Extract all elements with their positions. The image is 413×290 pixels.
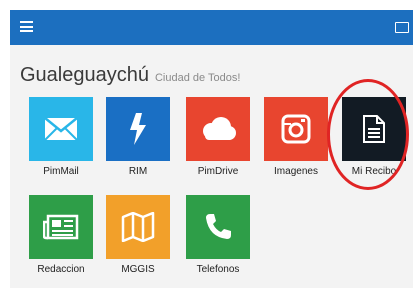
- app-label: RIM: [128, 166, 148, 177]
- telefonos-tile[interactable]: [186, 195, 250, 259]
- app-label: Telefonos: [196, 264, 240, 275]
- app-mi-recibo[interactable]: Mi Recibo: [342, 97, 406, 177]
- keyboard-icon[interactable]: [395, 22, 409, 33]
- pimmail-tile[interactable]: [29, 97, 93, 161]
- app-telefonos[interactable]: Telefonos: [186, 195, 250, 275]
- cloud-icon: [203, 117, 236, 140]
- page-subtitle: Ciudad de Todos!: [154, 72, 241, 84]
- mi-recibo-tile[interactable]: [342, 97, 406, 161]
- app-label: Mi Recibo: [351, 166, 397, 177]
- newspaper-icon: [43, 214, 79, 240]
- app-pimmail[interactable]: PimMail: [29, 97, 93, 177]
- hamburger-menu-icon[interactable]: [20, 21, 33, 32]
- mggis-tile[interactable]: [106, 195, 170, 259]
- app-mggis[interactable]: MGGIS: [106, 195, 170, 275]
- app-label: MGGIS: [121, 264, 155, 275]
- lightning-icon: [130, 113, 146, 145]
- phone-icon: [206, 214, 231, 239]
- app-redaccion[interactable]: Redaccion: [29, 195, 93, 275]
- envelope-icon: [44, 117, 78, 141]
- imagenes-tile[interactable]: [264, 97, 328, 161]
- redaccion-tile[interactable]: [29, 195, 93, 259]
- app-label: Redaccion: [37, 264, 85, 275]
- top-navigation-bar: [10, 10, 413, 45]
- camera-icon: [281, 114, 311, 144]
- app-rim[interactable]: RIM: [106, 97, 170, 177]
- document-icon: [363, 115, 385, 143]
- rim-tile[interactable]: [106, 97, 170, 161]
- map-icon: [121, 212, 155, 242]
- page-title-text: Gualeguaychú: [20, 64, 149, 86]
- page-title: Gualeguaychú Ciudad de Todos!: [20, 64, 240, 87]
- app-imagenes[interactable]: Imagenes: [264, 97, 328, 177]
- app-label: Imagenes: [274, 166, 318, 177]
- app-label: PimDrive: [197, 166, 239, 177]
- app-pimdrive[interactable]: PimDrive: [186, 97, 250, 177]
- app-label: PimMail: [43, 166, 79, 177]
- pimdrive-tile[interactable]: [186, 97, 250, 161]
